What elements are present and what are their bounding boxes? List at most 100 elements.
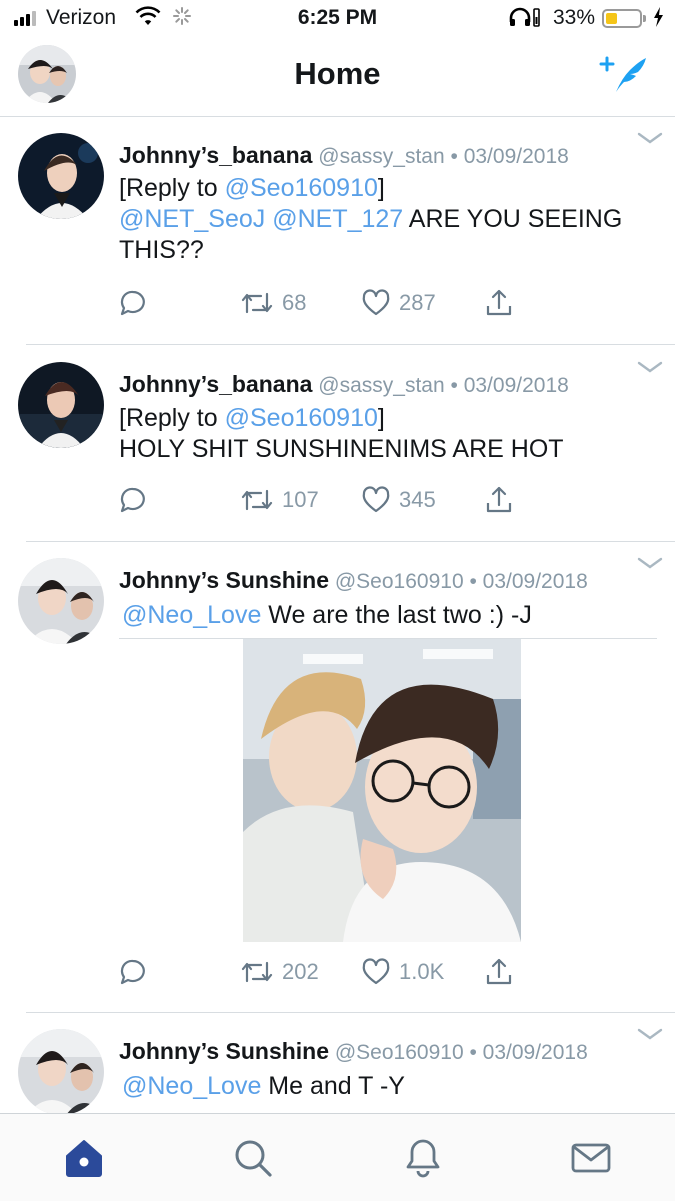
- reply-button[interactable]: [118, 957, 148, 987]
- carrier-name: Verizon: [46, 6, 117, 29]
- reply-button[interactable]: [118, 485, 148, 515]
- like-button[interactable]: 345: [361, 485, 436, 515]
- reply-icon: [120, 487, 145, 513]
- mention-link[interactable]: @NET_SeoJ: [119, 205, 265, 233]
- share-icon: [486, 958, 512, 985]
- charging-bolt-icon: [652, 6, 664, 34]
- separator-dot: •: [469, 570, 477, 593]
- battery-percent: 33%: [553, 6, 596, 29]
- display-name[interactable]: Johnny’s Sunshine: [119, 1038, 329, 1064]
- retweet-count: 68: [282, 290, 307, 315]
- mention-link[interactable]: @NET_127: [272, 205, 403, 233]
- share-button[interactable]: [484, 957, 514, 987]
- tweet-date: 03/09/2018: [482, 1041, 588, 1064]
- tweet[interactable]: Johnny’s_banana @sassy_stan • 03/09/2018…: [0, 345, 675, 542]
- tweet-body-text: Me and T -Y: [261, 1072, 405, 1100]
- retweet-count: 202: [282, 959, 319, 984]
- reply-suffix: ]: [377, 404, 385, 432]
- retweet-icon: [241, 489, 273, 511]
- tweet-actions: 107 345: [118, 485, 538, 525]
- display-name[interactable]: Johnny’s_banana: [119, 371, 312, 397]
- tweet-header: Johnny’s Sunshine @Seo160910 • 03/09/201…: [119, 567, 588, 594]
- tweet-actions: 202 1.0K: [118, 957, 538, 997]
- tweet-actions: 68 287: [118, 288, 538, 328]
- tweet-body-text: HOLY SHIT SUNSHINENIMS ARE HOT: [119, 435, 564, 463]
- wifi-icon: [135, 6, 161, 34]
- user-handle[interactable]: @Seo160910: [335, 570, 464, 593]
- tweet-header: Johnny’s_banana @sassy_stan • 03/09/2018: [119, 142, 569, 169]
- separator-dot: •: [469, 1041, 477, 1064]
- tab-search[interactable]: [231, 1136, 275, 1180]
- retweet-icon: [241, 292, 273, 314]
- reply-prefix: [Reply to: [119, 174, 225, 202]
- like-count: 345: [399, 487, 436, 512]
- tweet-text: @Neo_Love We are the last two :) -J: [122, 600, 652, 631]
- reply-suffix: ]: [377, 174, 385, 202]
- user-handle[interactable]: @sassy_stan: [318, 145, 444, 168]
- loading-spinner-icon: [172, 6, 192, 32]
- bottom-tab-bar: [0, 1113, 675, 1201]
- retweet-count: 107: [282, 487, 319, 512]
- reply-icon: [120, 959, 145, 985]
- reply-button[interactable]: [118, 288, 148, 318]
- retweet-icon: [241, 961, 273, 983]
- tweet-text: [Reply to @Seo160910] @NET_SeoJ @NET_127…: [119, 173, 649, 266]
- search-icon: [235, 1140, 272, 1177]
- display-name[interactable]: Johnny’s Sunshine: [119, 567, 329, 593]
- tweet-header: Johnny’s_banana @sassy_stan • 03/09/2018: [119, 371, 569, 398]
- page-title: Home: [294, 56, 381, 91]
- home-icon: [66, 1140, 102, 1177]
- like-button[interactable]: 1.0K: [361, 957, 444, 987]
- chevron-down-icon[interactable]: [636, 131, 664, 147]
- headphones-icon: [508, 6, 542, 34]
- like-count: 1.0K: [399, 959, 445, 984]
- tweet-header: Johnny’s Sunshine @Seo160910 • 03/09/201…: [119, 1038, 588, 1065]
- share-icon: [486, 486, 512, 513]
- status-bar: Verizon 6:25 PM 33%: [0, 0, 675, 38]
- mention-link[interactable]: @Seo160910: [225, 174, 378, 202]
- mention-link[interactable]: @Seo160910: [225, 404, 378, 432]
- user-handle[interactable]: @sassy_stan: [318, 374, 444, 397]
- battery-icon: [602, 9, 646, 28]
- top-nav-bar: Home: [0, 38, 675, 117]
- retweet-button[interactable]: 107: [240, 485, 319, 515]
- retweet-button[interactable]: 202: [240, 957, 319, 987]
- tab-home[interactable]: [62, 1136, 106, 1180]
- mention-link[interactable]: @Neo_Love: [122, 1072, 261, 1100]
- tweet-text: @Neo_Love Me and T -Y: [122, 1071, 652, 1102]
- user-handle[interactable]: @Seo160910: [335, 1041, 464, 1064]
- tweet[interactable]: Johnny’s Sunshine @Seo160910 • 03/09/201…: [0, 542, 675, 1013]
- chevron-down-icon[interactable]: [636, 1027, 664, 1043]
- tweet[interactable]: Johnny’s Sunshine @Seo160910 • 03/09/201…: [0, 1013, 675, 1113]
- heart-icon: [362, 958, 390, 985]
- retweet-button[interactable]: 68: [240, 288, 306, 318]
- chevron-down-icon[interactable]: [636, 360, 664, 376]
- user-avatar[interactable]: [18, 362, 104, 448]
- reply-prefix: [Reply to: [119, 404, 225, 432]
- separator-dot: •: [450, 145, 458, 168]
- tweet-photo[interactable]: [243, 639, 521, 942]
- display-name[interactable]: Johnny’s_banana: [119, 142, 312, 168]
- timeline-feed[interactable]: Johnny’s_banana @sassy_stan • 03/09/2018…: [0, 117, 675, 1113]
- bell-icon: [406, 1139, 440, 1178]
- tweet-date: 03/09/2018: [482, 570, 588, 593]
- chevron-down-icon[interactable]: [636, 556, 664, 572]
- compose-tweet-icon[interactable]: [598, 52, 648, 96]
- share-button[interactable]: [484, 288, 514, 318]
- tab-notifications[interactable]: [401, 1136, 445, 1180]
- reply-icon: [120, 290, 145, 316]
- tweet-text: [Reply to @Seo160910] HOLY SHIT SUNSHINE…: [119, 403, 649, 465]
- mention-link[interactable]: @Neo_Love: [122, 601, 261, 629]
- mail-icon: [571, 1143, 611, 1173]
- user-avatar[interactable]: [18, 558, 104, 644]
- tweet-body-text: We are the last two :) -J: [261, 601, 532, 629]
- user-avatar[interactable]: [18, 1029, 104, 1113]
- heart-icon: [362, 289, 390, 316]
- tweet-date: 03/09/2018: [463, 145, 569, 168]
- tweet[interactable]: Johnny’s_banana @sassy_stan • 03/09/2018…: [0, 117, 675, 345]
- user-avatar[interactable]: [18, 133, 104, 219]
- tab-messages[interactable]: [569, 1136, 613, 1180]
- share-button[interactable]: [484, 485, 514, 515]
- like-count: 287: [399, 290, 436, 315]
- like-button[interactable]: 287: [361, 288, 436, 318]
